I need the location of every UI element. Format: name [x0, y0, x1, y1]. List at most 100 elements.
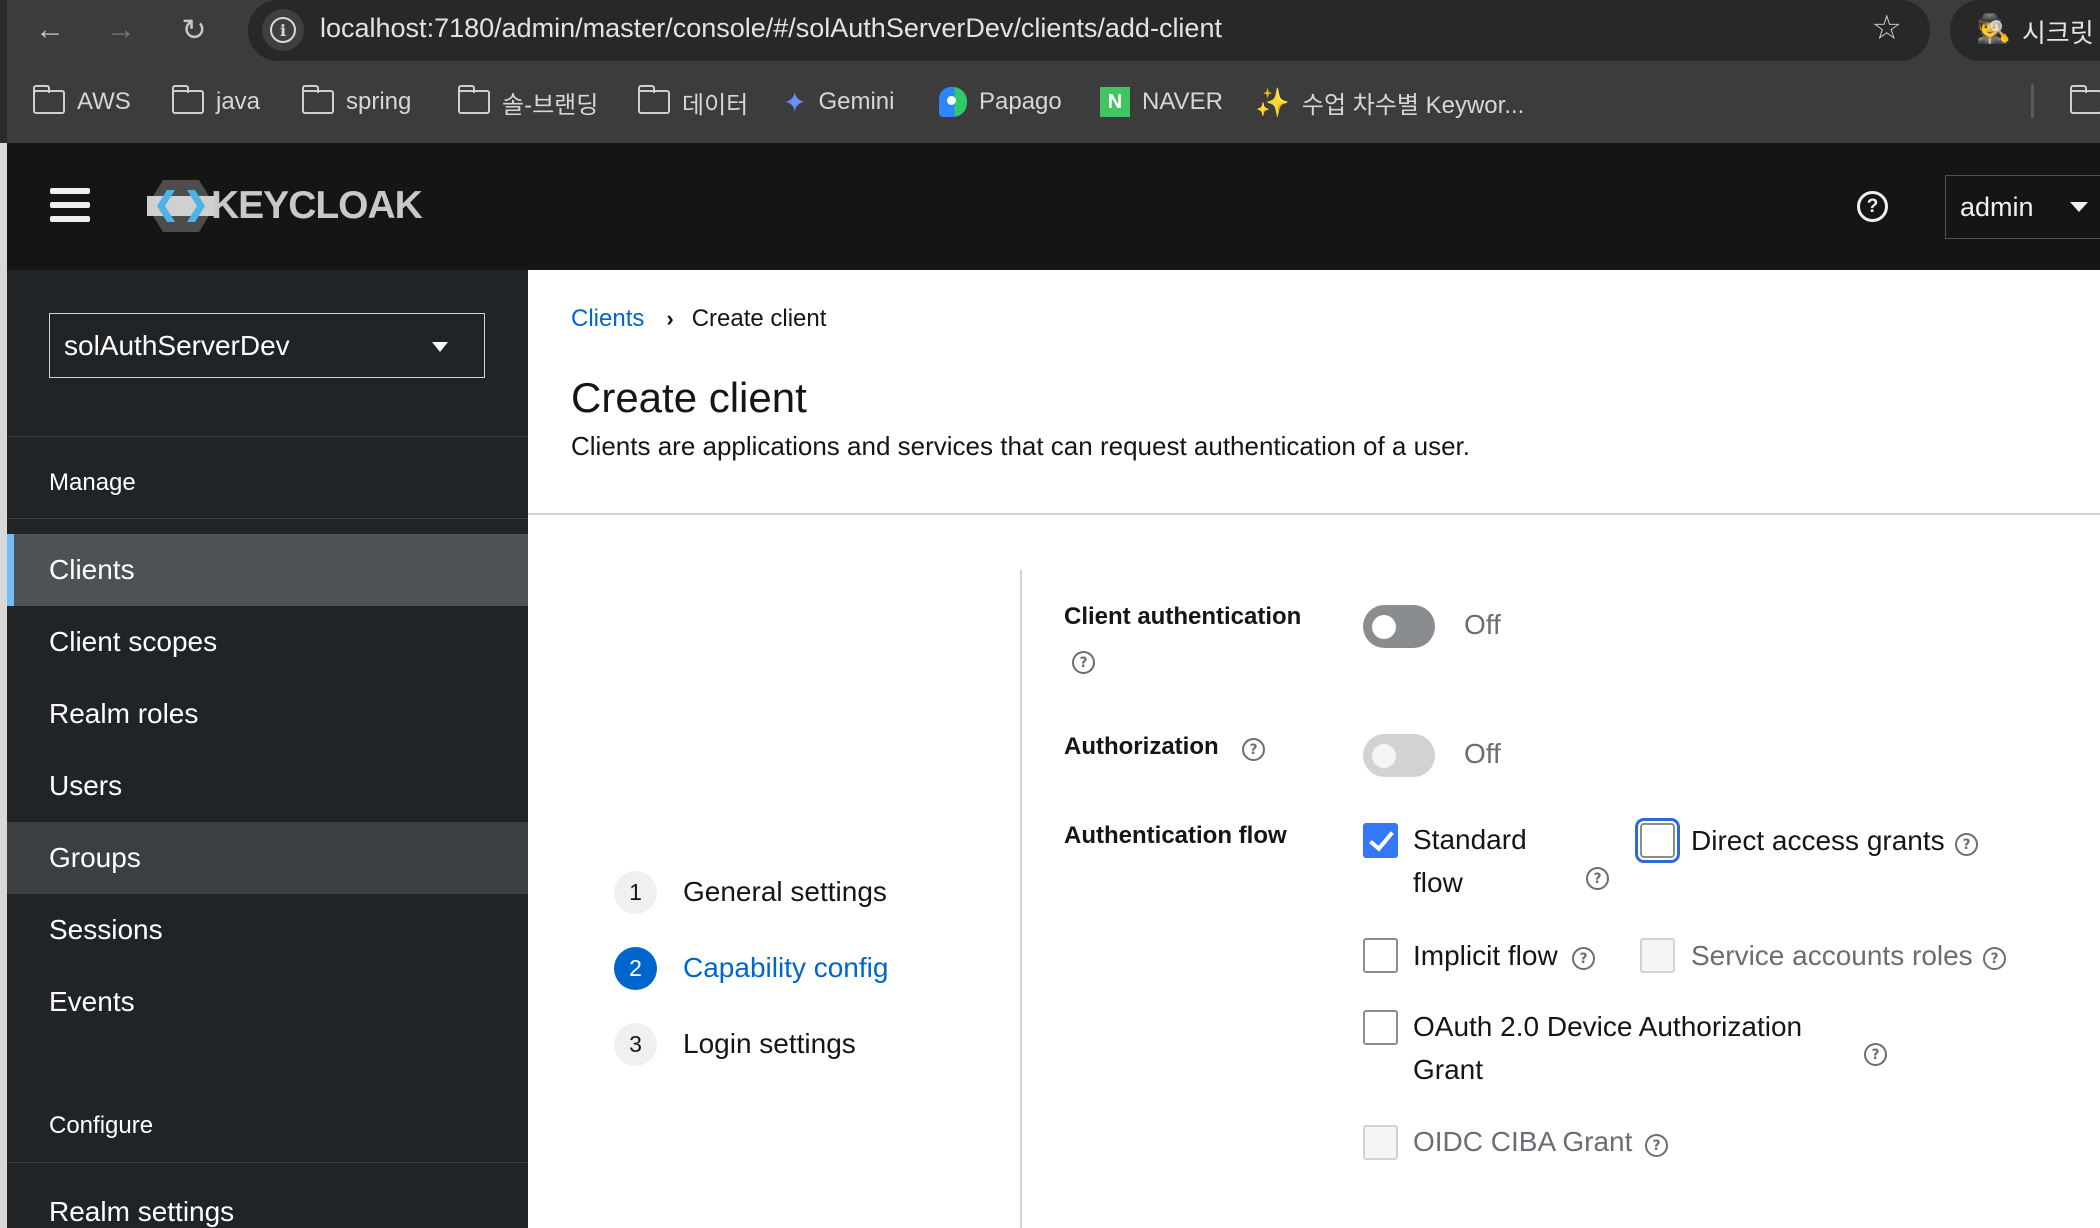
- folder-icon: [2069, 85, 2100, 114]
- forward-button[interactable]: →: [101, 10, 141, 50]
- sidebar-item-label: Users: [49, 770, 123, 801]
- bookmark-star-icon[interactable]: ☆: [1872, 8, 1902, 48]
- reload-button[interactable]: ↻: [174, 10, 214, 50]
- help-icon[interactable]: ?: [1645, 1134, 1668, 1157]
- keycloak-logo[interactable]: KEYCLOAK: [145, 176, 423, 236]
- step-number: 2: [614, 946, 657, 990]
- url-text[interactable]: localhost:7180/admin/master/console/#/so…: [320, 13, 1222, 44]
- bookmark-java[interactable]: java: [171, 78, 261, 126]
- realm-name: solAuthServerDev: [64, 329, 290, 361]
- main-content: Clients › Create client Create client Cl…: [528, 270, 2100, 1228]
- client-authentication-state: Off: [1464, 609, 1501, 640]
- wizard-nav: 1 General settings 2 Capability config 3…: [528, 515, 1021, 1228]
- step-label: Capability config: [683, 952, 889, 983]
- oauth-device-grant-label-line2: Grant: [1413, 1054, 1484, 1085]
- bookmark-papago[interactable]: Papago: [939, 78, 1062, 126]
- direct-access-grants-checkbox[interactable]: [1635, 818, 1680, 863]
- help-icon[interactable]: ?: [1857, 191, 1888, 222]
- help-icon[interactable]: ?: [1572, 947, 1595, 970]
- reload-icon: ↻: [181, 13, 207, 47]
- chevron-right-icon: ›: [666, 306, 674, 331]
- authentication-flow-label: Authentication flow: [1064, 822, 1287, 849]
- oidc-ciba-grant-checkbox[interactable]: [1363, 1125, 1398, 1160]
- bookmark-label: 솔-브랜딩: [502, 91, 599, 119]
- bookmark-keyword[interactable]: ✨ 수업 차수별 Keywor...: [1255, 78, 1524, 126]
- standard-flow-label: Standard: [1413, 824, 1527, 855]
- switch-knob: [1372, 744, 1396, 768]
- bookmark-label: Gemini: [818, 88, 895, 115]
- sidebar-item-events[interactable]: Events: [7, 966, 528, 1038]
- help-icon[interactable]: ?: [1072, 651, 1095, 674]
- bookmark-spring[interactable]: spring: [301, 78, 411, 126]
- breadcrumb-current: Create client: [691, 305, 827, 332]
- help-icon[interactable]: ?: [1242, 738, 1265, 761]
- address-bar[interactable]: i localhost:7180/admin/master/console/#/…: [248, 0, 1930, 61]
- wizard-step-general-settings[interactable]: 1 General settings: [614, 870, 887, 914]
- masthead: KEYCLOAK ? admin: [7, 143, 2100, 270]
- incognito-indicator[interactable]: 🕵 시크릿 ...: [1950, 0, 2100, 61]
- step-number: 1: [614, 870, 657, 914]
- user-name: admin: [1960, 191, 2034, 222]
- divider: [7, 436, 528, 437]
- breadcrumb-clients-link[interactable]: Clients: [571, 305, 644, 333]
- bookmark-naver[interactable]: N NAVER: [1100, 78, 1223, 126]
- hamburger-icon: [50, 188, 90, 194]
- incognito-label: 시크릿 ...: [2022, 18, 2100, 48]
- standard-flow-checkbox[interactable]: [1363, 823, 1398, 858]
- help-icon[interactable]: ?: [1864, 1043, 1887, 1066]
- help-icon[interactable]: ?: [1983, 947, 2006, 970]
- caret-down-icon: [432, 342, 448, 352]
- page-description: Clients are applications and services th…: [571, 431, 1470, 461]
- help-icon[interactable]: ?: [1955, 833, 1978, 856]
- page-title: Create client: [571, 374, 807, 421]
- client-authentication-switch[interactable]: [1363, 605, 1435, 648]
- bookmark-gemini[interactable]: ✦ Gemini: [783, 78, 895, 126]
- folder-icon: [301, 85, 334, 114]
- bookmarks-separator: [2031, 84, 2034, 118]
- folder-icon: [171, 85, 204, 114]
- sidebar-item-clients[interactable]: Clients: [7, 534, 528, 606]
- sidebar-item-sessions[interactable]: Sessions: [7, 894, 528, 966]
- switch-knob: [1372, 615, 1396, 639]
- sidebar-item-label: Clients: [49, 554, 135, 585]
- naver-icon: N: [1100, 87, 1130, 117]
- nav-group-title-manage: Manage: [49, 469, 136, 496]
- breadcrumb: Clients › Create client: [571, 305, 826, 333]
- help-icon[interactable]: ?: [1586, 867, 1609, 890]
- incognito-icon: 🕵: [1976, 13, 2011, 44]
- authorization-state: Off: [1464, 738, 1501, 769]
- sidebar-item-label: Events: [49, 986, 135, 1017]
- wizard-step-login-settings[interactable]: 3 Login settings: [614, 1022, 856, 1066]
- papago-icon: [939, 87, 967, 117]
- sparkle-icon: ✨: [1255, 86, 1290, 118]
- sidebar-item-label: Realm settings: [49, 1196, 235, 1227]
- brand-wordmark: KEYCLOAK: [211, 184, 423, 227]
- sidebar-item-client-scopes[interactable]: Client scopes: [7, 606, 528, 678]
- nav-toggle-button[interactable]: [50, 188, 90, 222]
- oauth-device-grant-checkbox[interactable]: [1363, 1010, 1398, 1045]
- bookmark-aws[interactable]: AWS: [32, 78, 131, 126]
- wizard-step-capability-config[interactable]: 2 Capability config: [614, 946, 888, 990]
- divider: [7, 518, 528, 519]
- sidebar-item-realm-settings[interactable]: Realm settings: [7, 1176, 528, 1228]
- realm-selector[interactable]: solAuthServerDev: [49, 313, 485, 378]
- folder-icon: [637, 85, 670, 114]
- user-dropdown[interactable]: admin: [1945, 175, 2100, 239]
- site-info-button[interactable]: i: [262, 9, 304, 51]
- sidebar: solAuthServerDev Manage Clients Client s…: [7, 270, 528, 1228]
- bookmark-branding[interactable]: 솔-브랜딩: [457, 78, 599, 126]
- oauth-device-grant-label: OAuth 2.0 Device Authorization: [1413, 1011, 1803, 1042]
- service-accounts-roles-checkbox[interactable]: [1640, 938, 1675, 973]
- direct-access-grants-label: Direct access grants: [1691, 825, 1945, 856]
- sidebar-item-groups[interactable]: Groups: [7, 822, 528, 894]
- sidebar-item-users[interactable]: Users: [7, 750, 528, 822]
- bookmark-data[interactable]: 데이터: [637, 78, 748, 126]
- authorization-switch[interactable]: [1363, 734, 1435, 777]
- implicit-flow-checkbox[interactable]: [1363, 938, 1398, 973]
- sidebar-item-realm-roles[interactable]: Realm roles: [7, 678, 528, 750]
- bookmark-label: java: [216, 88, 261, 115]
- back-button[interactable]: ←: [30, 10, 70, 50]
- step-number: 3: [614, 1022, 657, 1066]
- oidc-ciba-grant-label: OIDC CIBA Grant: [1413, 1126, 1633, 1157]
- other-bookmarks-button[interactable]: [2069, 85, 2100, 114]
